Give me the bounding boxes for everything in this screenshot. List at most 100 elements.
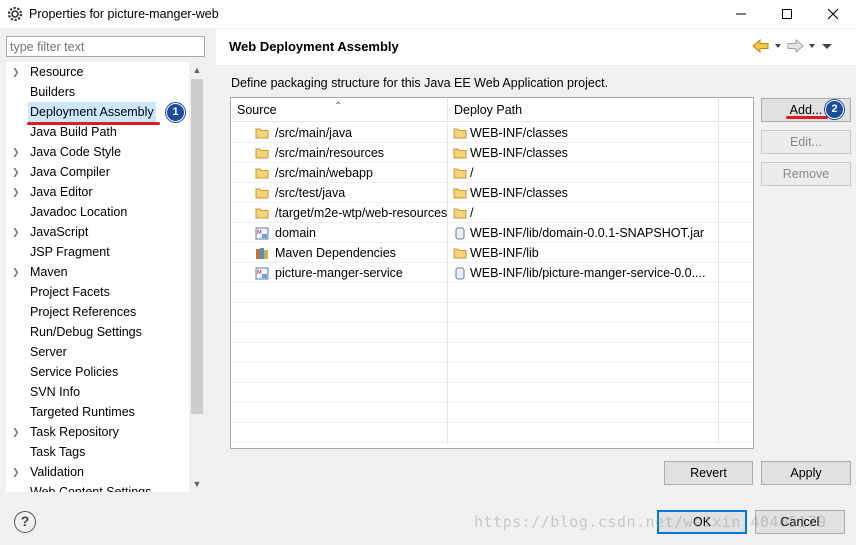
tree-item[interactable]: ❯ Java Editor — [6, 182, 189, 202]
tree-item-label: Task Repository — [30, 425, 119, 439]
maximize-button[interactable] — [764, 0, 810, 28]
tree-item[interactable]: Web Content Settings — [6, 482, 189, 492]
tree-item[interactable]: Service Policies — [6, 362, 189, 382]
table-row[interactable]: /src/test/java WEB-INF/classes — [231, 183, 753, 203]
deploy-path-text: WEB-INF/lib/domain-0.0.1-SNAPSHOT.jar — [470, 226, 705, 240]
deploy-path-cell — [448, 283, 719, 303]
source-cell — [231, 283, 448, 303]
table-row[interactable]: Mpicture-manger-service WEB-INF/lib/pictu… — [231, 263, 753, 283]
folder-icon — [255, 168, 269, 179]
tree-item[interactable]: Targeted Runtimes — [6, 402, 189, 422]
assembly-table: Source ⌃ Deploy Path /src/main/java WEB-I… — [230, 97, 754, 449]
tree-item[interactable]: Deployment Assembly — [6, 102, 189, 122]
tree-item[interactable]: Project References — [6, 302, 189, 322]
folder-icon — [453, 208, 467, 219]
source-text: /target/m2e-wtp/web-resources — [275, 206, 448, 220]
deploy-path-cell — [448, 343, 719, 363]
maven-project-icon: M — [255, 227, 269, 240]
source-text: picture-manger-service — [275, 266, 403, 280]
tree-item-label: JavaScript — [30, 225, 89, 239]
chevron-right-icon[interactable]: ❯ — [12, 222, 22, 242]
remove-button[interactable]: Remove — [761, 162, 851, 186]
folder-icon — [255, 188, 269, 199]
deploy-path-cell: WEB-INF/lib — [448, 243, 719, 263]
scroll-up-icon[interactable]: ▲ — [189, 62, 205, 78]
close-icon — [827, 8, 839, 20]
minimize-button[interactable] — [718, 0, 764, 28]
tree-item[interactable]: ❯ Java Code Style — [6, 142, 189, 162]
tree-item-label: Server — [30, 345, 67, 359]
tree-item-label: Builders — [30, 85, 76, 99]
tree-item[interactable]: JSP Fragment — [6, 242, 189, 262]
close-button[interactable] — [810, 0, 856, 28]
tree-item[interactable]: ❯ Task Repository — [6, 422, 189, 442]
edit-button[interactable]: Edit... — [761, 130, 851, 154]
source-text: /src/main/resources — [275, 146, 385, 160]
tree-item-label: Resource — [30, 65, 84, 79]
tree-item[interactable]: Builders — [6, 82, 189, 102]
jar-icon — [455, 227, 465, 240]
tree-item[interactable]: ❯ Maven — [6, 262, 189, 282]
deploy-path-text: WEB-INF/lib/picture-manger-service-0.0..… — [470, 266, 706, 280]
source-cell: Mpicture-manger-service — [231, 263, 448, 283]
tree-item[interactable]: ❯ Resource — [6, 62, 189, 82]
tree-item[interactable]: Java Build Path — [6, 122, 189, 142]
apply-button[interactable]: Apply — [761, 461, 851, 485]
tree-item-label: Web Content Settings — [30, 485, 152, 492]
tree-item[interactable]: Server — [6, 342, 189, 362]
tree-item[interactable]: ❯ Validation — [6, 462, 189, 482]
tree-item[interactable]: Task Tags — [6, 442, 189, 462]
column-header-source[interactable]: Source ⌃ — [231, 98, 448, 122]
forward-dropdown-icon[interactable] — [808, 39, 816, 53]
tree-item[interactable]: ❯ JavaScript — [6, 222, 189, 242]
table-header: Source ⌃ Deploy Path — [231, 98, 753, 122]
page-description: Define packaging structure for this Java… — [231, 76, 609, 90]
deploy-path-cell — [448, 403, 719, 423]
table-row[interactable]: Maven Dependencies WEB-INF/lib — [231, 243, 753, 263]
help-icon[interactable]: ? — [14, 511, 36, 533]
chevron-right-icon[interactable]: ❯ — [12, 262, 22, 282]
filter-input[interactable] — [6, 36, 205, 57]
tree-item-label: Run/Debug Settings — [30, 325, 142, 339]
back-arrow-icon[interactable] — [752, 39, 770, 53]
tree-item[interactable]: Project Facets — [6, 282, 189, 302]
tree-item-label: JSP Fragment — [30, 245, 110, 259]
deploy-path-text: WEB-INF/classes — [470, 146, 568, 160]
tree-item[interactable]: Javadoc Location — [6, 202, 189, 222]
revert-button[interactable]: Revert — [664, 461, 753, 485]
chevron-right-icon[interactable]: ❯ — [12, 182, 22, 202]
chevron-right-icon[interactable]: ❯ — [12, 162, 22, 182]
chevron-right-icon[interactable]: ❯ — [12, 62, 22, 82]
table-row[interactable]: /src/main/resources WEB-INF/classes — [231, 143, 753, 163]
view-menu-icon[interactable] — [820, 39, 834, 53]
chevron-right-icon[interactable]: ❯ — [12, 142, 22, 162]
source-text: /src/main/webapp — [275, 166, 373, 180]
chevron-right-icon[interactable]: ❯ — [12, 462, 22, 482]
source-cell: /src/test/java — [231, 183, 448, 203]
forward-arrow-icon[interactable] — [786, 39, 804, 53]
gear-icon — [7, 6, 23, 22]
deploy-path-cell — [448, 423, 719, 443]
tree-item[interactable]: Run/Debug Settings — [6, 322, 189, 342]
table-row[interactable]: /target/m2e-wtp/web-resources / — [231, 203, 753, 223]
tree-item[interactable]: ❯ Java Compiler — [6, 162, 189, 182]
scroll-thumb[interactable] — [191, 79, 203, 414]
chevron-right-icon[interactable]: ❯ — [12, 422, 22, 442]
table-row[interactable]: /src/main/webapp / — [231, 163, 753, 183]
deploy-path-text: WEB-INF/lib — [470, 246, 539, 260]
scroll-down-icon[interactable]: ▼ — [189, 476, 205, 492]
back-dropdown-icon[interactable] — [774, 39, 782, 53]
column-header-deploy-label: Deploy Path — [454, 103, 523, 117]
page-header: Web Deployment Assembly — [216, 29, 856, 65]
table-row[interactable]: Mdomain WEB-INF/lib/domain-0.0.1-SNAPSHOT… — [231, 223, 753, 243]
tree-scrollbar[interactable]: ▲ ▼ — [189, 62, 205, 492]
annotation-badge-2: 2 — [825, 100, 844, 119]
table-row — [231, 403, 753, 423]
deploy-path-cell: WEB-INF/lib/domain-0.0.1-SNAPSHOT.jar — [448, 223, 719, 243]
deploy-path-cell — [448, 323, 719, 343]
table-row[interactable]: /src/main/java WEB-INF/classes — [231, 123, 753, 143]
folder-icon — [255, 128, 269, 139]
tree-item[interactable]: SVN Info — [6, 382, 189, 402]
column-header-deploy-path[interactable]: Deploy Path — [448, 98, 719, 122]
folder-icon — [453, 168, 467, 179]
